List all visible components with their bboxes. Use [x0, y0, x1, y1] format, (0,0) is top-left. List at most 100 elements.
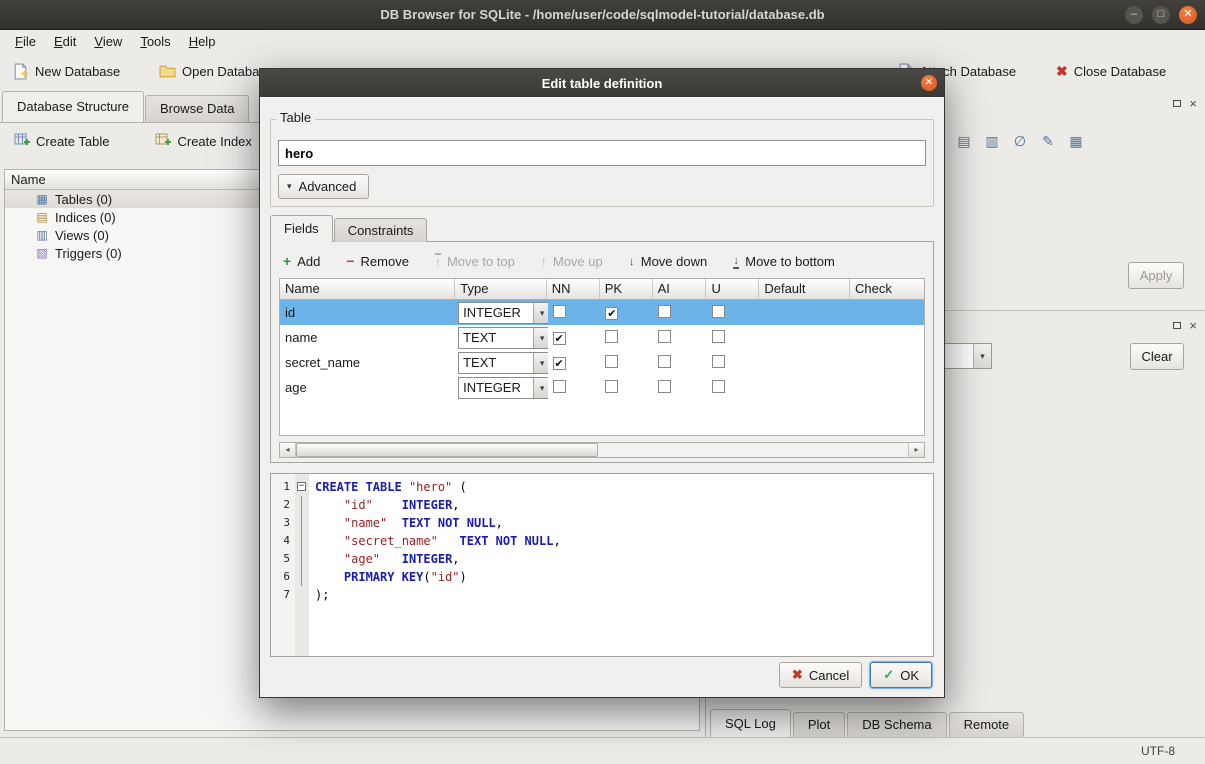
table-name-input[interactable]: [278, 140, 926, 166]
scroll-left-icon[interactable]: ◂: [280, 443, 296, 457]
dialog-body: Table ▾ Advanced Fields Constraints +Add…: [260, 97, 944, 697]
field-row-age[interactable]: ageINTEGER▾: [280, 375, 924, 400]
column-header-default[interactable]: Default: [759, 279, 850, 299]
sql-line-4: 4 "secret_name" TEXT NOT NULL,: [271, 532, 933, 550]
ai-checkbox[interactable]: [658, 305, 671, 318]
dialog-close-button[interactable]: ✕: [921, 75, 937, 91]
close-database-button[interactable]: ✖ Close Database: [1052, 58, 1170, 84]
nn-checkbox[interactable]: ✔: [553, 357, 566, 370]
column-header-pk[interactable]: PK: [600, 279, 653, 299]
import-button[interactable]: ▤: [952, 130, 976, 152]
u-checkbox[interactable]: [712, 305, 725, 318]
move-bottom-button[interactable]: ↓Move to bottom: [733, 253, 835, 269]
dock-tab-sql-log[interactable]: SQL Log: [710, 709, 791, 737]
advanced-button[interactable]: ▾ Advanced: [278, 174, 369, 199]
window-title: DB Browser for SQLite - /home/user/code/…: [380, 7, 824, 22]
tab-browse-data[interactable]: Browse Data: [145, 95, 249, 122]
nn-checkbox[interactable]: [553, 305, 566, 318]
window-titlebar[interactable]: DB Browser for SQLite - /home/user/code/…: [0, 0, 1205, 30]
menu-view[interactable]: View: [85, 32, 131, 51]
ai-checkbox[interactable]: [658, 380, 671, 393]
move-up-button[interactable]: ↑Move up: [541, 254, 603, 269]
field-row-name[interactable]: nameTEXT▾✔: [280, 325, 924, 350]
menu-file[interactable]: File: [6, 32, 45, 51]
field-row-secret_name[interactable]: secret_nameTEXT▾✔: [280, 350, 924, 375]
edit-cell-toolbar: ▤▥∅✎▦: [952, 130, 1088, 152]
pk-checkbox[interactable]: ✔: [605, 307, 618, 320]
move-top-button[interactable]: ↑Move to top: [435, 253, 515, 269]
fields-hscrollbar[interactable]: ◂ ▸: [279, 442, 925, 458]
close-window-button[interactable]: ✕: [1179, 6, 1197, 24]
menu-edit[interactable]: Edit: [45, 32, 85, 51]
dialog-buttons: ✖ Cancel ✓ OK: [779, 662, 932, 688]
dock-tab-db-schema[interactable]: DB Schema: [847, 712, 946, 737]
u-checkbox[interactable]: [712, 355, 725, 368]
type-combo[interactable]: TEXT▾: [458, 352, 548, 374]
clear-button[interactable]: Clear: [1130, 343, 1184, 370]
minimize-button[interactable]: –: [1125, 6, 1143, 24]
print-button[interactable]: ▦: [1064, 130, 1088, 152]
column-header-nn[interactable]: NN: [547, 279, 600, 299]
type-combo[interactable]: INTEGER▾: [458, 377, 548, 399]
add-button[interactable]: +Add: [283, 254, 320, 269]
undock-icon[interactable]: [1173, 100, 1181, 107]
nn-checkbox[interactable]: ✔: [553, 332, 566, 345]
ai-checkbox[interactable]: [658, 330, 671, 343]
create-table-button[interactable]: Create Table: [14, 132, 109, 151]
fold-margin: −: [295, 478, 309, 496]
dialog-titlebar[interactable]: Edit table definition ✕: [260, 69, 944, 97]
close-dock-icon[interactable]: ×: [1189, 318, 1197, 333]
menu-tools[interactable]: Tools: [131, 32, 179, 51]
nn-checkbox[interactable]: [553, 380, 566, 393]
dock-tab-plot[interactable]: Plot: [793, 712, 845, 737]
tab-fields[interactable]: Fields: [270, 215, 333, 242]
u-checkbox[interactable]: [712, 330, 725, 343]
scrollbar-handle[interactable]: [296, 443, 598, 457]
field-name-cell: age: [280, 380, 456, 395]
new-database-button[interactable]: New Database: [8, 58, 124, 84]
sql-line-1: 1−CREATE TABLE "hero" (: [271, 478, 933, 496]
field-row-id[interactable]: idINTEGER▾✔: [280, 300, 924, 325]
button-label: Move up: [553, 254, 603, 269]
fields-rows: idINTEGER▾✔nameTEXT▾✔secret_nameTEXT▾✔ag…: [280, 300, 924, 400]
undock-icon[interactable]: [1173, 322, 1181, 329]
ai-checkbox[interactable]: [658, 355, 671, 368]
tab-constraints[interactable]: Constraints: [334, 218, 428, 242]
fold-margin: [295, 532, 309, 550]
menu-bar: FileEditViewToolsHelp: [0, 30, 1205, 52]
chevron-down-icon: ▾: [287, 181, 292, 192]
sql-line-6: 6 PRIMARY KEY("id"): [271, 568, 933, 586]
u-checkbox[interactable]: [712, 380, 725, 393]
column-header-ai[interactable]: AI: [653, 279, 707, 299]
move-down-button[interactable]: ↓Move down: [629, 254, 707, 269]
ok-button[interactable]: ✓ OK: [870, 662, 932, 688]
close-dock-icon[interactable]: ×: [1189, 96, 1197, 111]
tree-item-label: Views (0): [55, 228, 109, 243]
structure-toolbar: Create Table Create Index: [14, 132, 252, 151]
export-button[interactable]: ▥: [980, 130, 1004, 152]
apply-button[interactable]: Apply: [1128, 262, 1184, 289]
column-header-check[interactable]: Check: [850, 279, 924, 299]
column-header-type[interactable]: Type: [455, 279, 547, 299]
scroll-right-icon[interactable]: ▸: [908, 443, 924, 457]
cancel-button[interactable]: ✖ Cancel: [779, 662, 862, 688]
create-index-button[interactable]: Create Index: [155, 132, 251, 151]
maximize-button[interactable]: □: [1152, 6, 1170, 24]
menu-help[interactable]: Help: [180, 32, 225, 51]
pk-checkbox[interactable]: [605, 355, 618, 368]
pk-checkbox[interactable]: [605, 380, 618, 393]
dock-tab-remote[interactable]: Remote: [949, 712, 1025, 737]
column-header-name[interactable]: Name: [280, 279, 455, 299]
chevron-down-icon: ▾: [533, 378, 548, 398]
type-combo[interactable]: INTEGER▾: [458, 302, 548, 324]
pk-checkbox[interactable]: [605, 330, 618, 343]
chevron-down-icon: ▾: [973, 344, 991, 368]
set-null-button[interactable]: ∅: [1008, 130, 1032, 152]
sql-preview[interactable]: 1−CREATE TABLE "hero" (2 "id" INTEGER,3 …: [270, 473, 934, 657]
column-header-u[interactable]: U: [706, 279, 759, 299]
tab-database-structure[interactable]: Database Structure: [2, 91, 144, 122]
type-combo[interactable]: TEXT▾: [458, 327, 548, 349]
edit-button[interactable]: ✎: [1036, 130, 1060, 152]
fold-marker-icon[interactable]: −: [297, 482, 306, 491]
remove-button[interactable]: −Remove: [346, 254, 409, 269]
